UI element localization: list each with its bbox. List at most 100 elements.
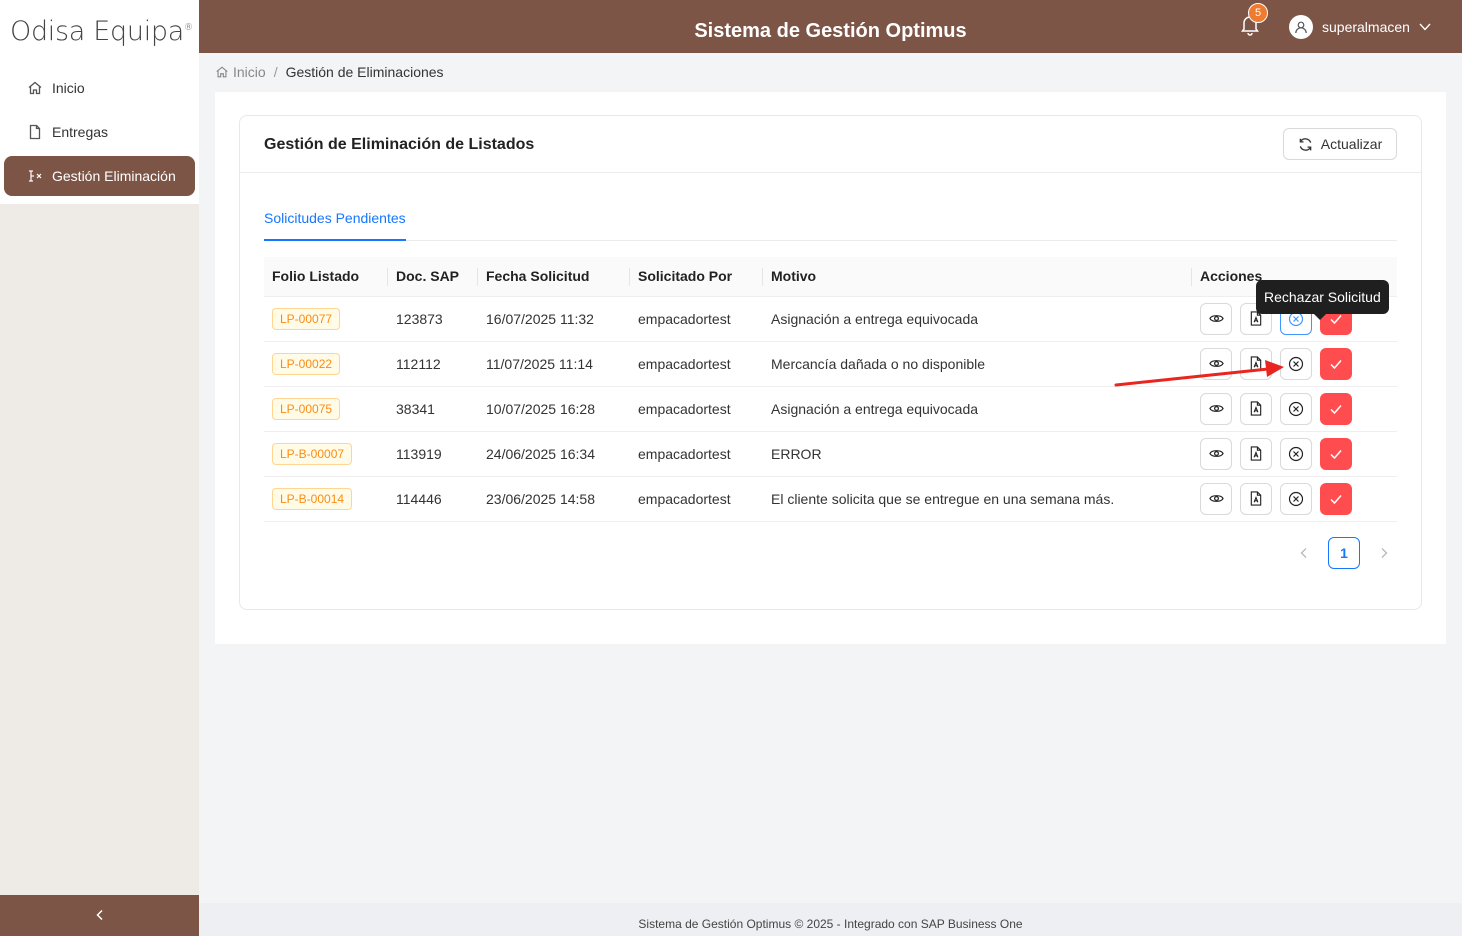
next-page-button[interactable] (1368, 537, 1400, 569)
close-circle-icon (1288, 401, 1304, 416)
breadcrumb: Inicio / Gestión de Eliminaciones (215, 64, 444, 80)
sidebar-item-inicio[interactable]: Inicio (4, 68, 195, 108)
solicitado-cell: empacadortest (630, 431, 763, 477)
elimination-card: Gestión de Eliminación de Listados Actua… (239, 115, 1422, 610)
folio-tag: LP-B-00014 (272, 487, 353, 510)
app-title: Sistema de Gestión Optimus (694, 20, 967, 42)
approve-button[interactable] (1320, 437, 1352, 470)
sidebar-menu: Inicio Entregas Gestión Eliminación (0, 62, 199, 204)
approve-button[interactable] (1320, 392, 1352, 425)
folio-tag: LP-00022 (272, 352, 341, 375)
col-solicitado-header[interactable]: Solicitado Por (630, 257, 763, 297)
page-number-button[interactable]: 1 (1328, 537, 1360, 569)
view-button[interactable] (1200, 347, 1232, 380)
col-folio-header[interactable]: Folio Listado (264, 257, 388, 297)
reject-button[interactable] (1280, 347, 1312, 380)
reject-button[interactable] (1280, 392, 1312, 425)
folio-tag: LP-00077 (272, 307, 341, 330)
logo-text: Odisa Equipa® (10, 15, 193, 47)
prev-page-button[interactable] (1288, 537, 1320, 569)
sidebar-item-label: Gestión Eliminación (52, 168, 176, 184)
breadcrumb-separator: / (273, 64, 278, 80)
view-button[interactable] (1200, 482, 1232, 515)
sidebar-item-entregas[interactable]: Entregas (4, 112, 195, 152)
doc-sap-cell: 112112 (388, 341, 478, 387)
pdf-file-icon (1250, 356, 1262, 371)
motivo-cell: El cliente solicita que se entregue en u… (763, 476, 1192, 522)
breadcrumb-home-link[interactable]: Inicio (233, 64, 266, 80)
motivo-cell: Asignación a entrega equivocada (763, 296, 1192, 342)
row-actions (1200, 392, 1389, 425)
col-motivo-header[interactable]: Motivo (763, 257, 1192, 297)
table-row: LP-B-00007 113919 24/06/2025 16:34 empac… (264, 431, 1397, 477)
eye-icon (1208, 450, 1224, 457)
refresh-icon (1299, 137, 1312, 151)
fecha-cell: 23/06/2025 14:58 (478, 476, 630, 522)
eye-icon (1208, 405, 1224, 412)
close-circle-icon (1288, 491, 1304, 506)
user-menu[interactable]: superalmacen (1289, 15, 1431, 39)
reject-button[interactable] (1280, 437, 1312, 470)
table-row: LP-00077 123873 16/07/2025 11:32 empacad… (264, 296, 1397, 342)
approve-button[interactable] (1320, 347, 1352, 380)
pdf-button[interactable] (1240, 437, 1272, 470)
home-icon (26, 79, 44, 97)
table-row: LP-00075 38341 10/07/2025 16:28 empacado… (264, 386, 1397, 432)
sidebar-item-gestion-eliminacion[interactable]: Gestión Eliminación (4, 156, 195, 196)
card-header: Gestión de Eliminación de Listados Actua… (240, 116, 1421, 173)
solicitado-cell: empacadortest (630, 296, 763, 342)
table-header-row: Folio Listado Doc. SAP Fecha Solicitud S… (264, 257, 1397, 297)
table-row: LP-B-00014 114446 23/06/2025 14:58 empac… (264, 476, 1397, 522)
eye-icon (1208, 495, 1224, 502)
row-actions (1200, 347, 1389, 380)
view-button[interactable] (1200, 302, 1232, 335)
pdf-button[interactable] (1240, 392, 1272, 425)
row-actions (1200, 437, 1389, 470)
reject-tooltip: Rechazar Solicitud (1256, 280, 1389, 320)
eye-icon (1208, 315, 1224, 322)
refresh-button[interactable]: Actualizar (1283, 128, 1397, 160)
pdf-button[interactable] (1240, 482, 1272, 515)
pdf-file-icon (1250, 401, 1262, 416)
folio-tag: LP-B-00007 (272, 442, 353, 465)
chevron-left-icon (94, 908, 106, 924)
user-avatar-icon (1289, 15, 1313, 39)
delete-list-icon (26, 167, 44, 185)
close-circle-icon (1288, 446, 1304, 461)
close-circle-icon (1288, 356, 1304, 371)
top-header: Sistema de Gestión Optimus 5 superalmace… (199, 0, 1462, 53)
doc-sap-cell: 123873 (388, 296, 478, 342)
folio-tag: LP-00075 (272, 397, 341, 420)
motivo-cell: Mercancía dañada o no disponible (763, 341, 1192, 387)
fecha-cell: 24/06/2025 16:34 (478, 431, 630, 477)
row-actions (1200, 482, 1389, 515)
motivo-cell: Asignación a entrega equivocada (763, 386, 1192, 432)
chevron-left-icon (1300, 548, 1307, 558)
check-icon (1330, 494, 1342, 504)
main-content: Gestión de Eliminación de Listados Actua… (215, 92, 1446, 644)
approve-button[interactable] (1320, 482, 1352, 515)
view-button[interactable] (1200, 392, 1232, 425)
notification-badge: 5 (1248, 3, 1268, 23)
requests-table: Folio Listado Doc. SAP Fecha Solicitud S… (264, 257, 1397, 522)
pdf-file-icon (1250, 446, 1262, 461)
card-title: Gestión de Eliminación de Listados (264, 136, 535, 153)
sidebar-item-label: Inicio (52, 80, 85, 96)
fecha-cell: 11/07/2025 11:14 (478, 341, 630, 387)
view-button[interactable] (1200, 437, 1232, 470)
reject-button[interactable] (1280, 482, 1312, 515)
tab-solicitudes-pendientes[interactable]: Solicitudes Pendientes (264, 210, 406, 241)
check-icon (1330, 359, 1342, 369)
chevron-down-icon (1419, 22, 1431, 32)
pdf-button[interactable] (1240, 347, 1272, 380)
check-icon (1330, 404, 1342, 414)
col-docsap-header[interactable]: Doc. SAP (388, 257, 478, 297)
username: superalmacen (1322, 19, 1410, 35)
col-fecha-header[interactable]: Fecha Solicitud (478, 257, 630, 297)
home-icon (215, 65, 229, 79)
sidebar-collapse-button[interactable] (0, 895, 199, 936)
pagination: 1 (1288, 537, 1400, 569)
sidebar: Odisa Equipa® Inicio Entregas Gestión El… (0, 0, 199, 936)
check-icon (1330, 449, 1342, 459)
footer: Sistema de Gestión Optimus © 2025 - Inte… (199, 903, 1462, 936)
